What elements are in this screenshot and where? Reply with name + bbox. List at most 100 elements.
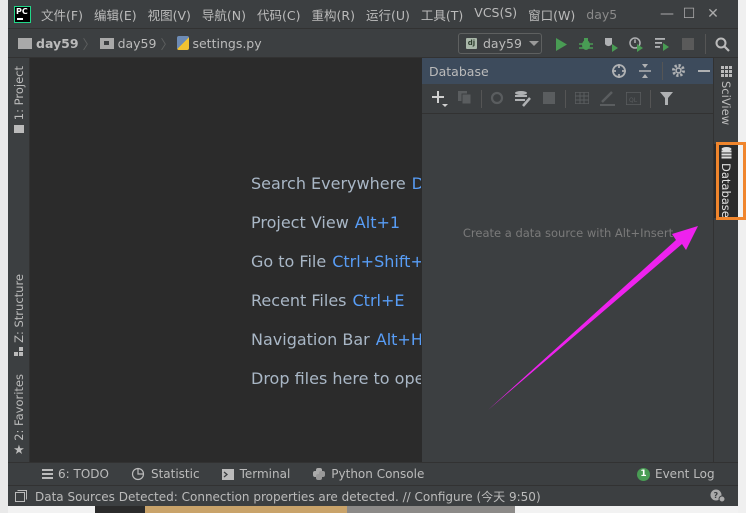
hint-shortcut: Ctrl+Shift+: [332, 252, 421, 271]
breadcrumb-project[interactable]: day59: [36, 36, 79, 51]
status-bar: Data Sources Detected: Connection proper…: [8, 485, 738, 506]
menu-code[interactable]: 代码(C): [257, 5, 300, 24]
edit-icon[interactable]: [600, 91, 615, 106]
tab-structure[interactable]: Z: Structure: [8, 274, 30, 357]
folder-icon: [14, 125, 24, 134]
hint-go-to-file: Go to File Ctrl+Shift+: [251, 252, 421, 271]
hint-drop-files: Drop files here to open: [251, 369, 421, 388]
menu-vcs[interactable]: VCS(S): [474, 5, 517, 24]
collapse-all-icon[interactable]: [638, 63, 652, 79]
data-source-properties-icon[interactable]: [514, 90, 532, 107]
hint-search-everywhere: Search Everywhere Do: [251, 174, 421, 193]
structure-icon: [14, 346, 23, 356]
add-icon[interactable]: [432, 91, 448, 107]
sciview-icon: [720, 66, 732, 77]
tab-statistic-label: Statistic: [150, 467, 200, 481]
tab-terminal[interactable]: Terminal: [221, 467, 291, 481]
run-configuration-select[interactable]: dj day59: [458, 33, 542, 54]
hint-shortcut: Do: [411, 174, 421, 193]
list-icon: [42, 469, 53, 479]
stop-icon: [682, 38, 694, 50]
duplicate-icon[interactable]: [458, 91, 472, 105]
highlight-box: [716, 142, 746, 220]
database-empty-text: Create a data source with Alt+Insert: [462, 226, 674, 240]
toggle-tool-windows-icon[interactable]: [15, 490, 27, 502]
title-bar: PC 文件(F) 编辑(E) 视图(V) 导航(N) 代码(C) 重构(R) 运…: [8, 0, 738, 28]
gear-icon[interactable]: [671, 63, 686, 78]
tool-window-bar: 6: TODO Statistic Terminal Python Consol…: [8, 462, 738, 485]
filter-icon[interactable]: [660, 92, 673, 105]
profile-button[interactable]: [628, 36, 644, 52]
hint-label: Project View: [251, 213, 349, 232]
star-icon: ★: [13, 442, 25, 458]
run-icon: [556, 37, 567, 51]
tab-project[interactable]: 1: Project: [8, 66, 30, 134]
svg-text:?: ?: [714, 491, 719, 500]
refresh-icon[interactable]: [490, 91, 504, 105]
hint-label: Drop files here to open: [251, 369, 421, 388]
menu-refactor[interactable]: 重构(R): [312, 5, 355, 24]
run-button[interactable]: [553, 36, 569, 52]
stop-button[interactable]: [680, 36, 696, 52]
database-panel: Database QL Create a data source with Al…: [421, 58, 713, 462]
hint-label: Search Everywhere: [251, 174, 406, 193]
chevron-right-icon: 〉: [82, 37, 96, 53]
coverage-icon: [605, 38, 618, 52]
hint-label: Go to File: [251, 252, 327, 271]
table-editor-icon[interactable]: [575, 92, 589, 104]
tab-terminal-label: Terminal: [239, 467, 291, 481]
tab-statistic[interactable]: Statistic: [131, 467, 200, 481]
search-everywhere-button[interactable]: [714, 36, 730, 52]
window-title: day5: [586, 6, 618, 22]
database-panel-header: Database: [422, 58, 713, 84]
run-configuration-label: day59: [483, 36, 522, 51]
header-divider: [662, 62, 663, 80]
chevron-down-icon: [528, 41, 539, 46]
editor-empty-area[interactable]: Search Everywhere Do Project View Alt+1 Go…: [30, 58, 421, 462]
event-log-label: Event Log: [655, 467, 715, 481]
concurrency-button[interactable]: [654, 36, 670, 52]
hint-shortcut: Alt+1: [354, 213, 401, 232]
hide-icon[interactable]: [698, 70, 710, 73]
breadcrumb-package[interactable]: day59: [118, 36, 157, 51]
sql-console-icon[interactable]: QL: [626, 92, 641, 105]
menu-view[interactable]: 视图(V): [148, 5, 191, 24]
tab-sciview-label: SciView: [719, 81, 733, 126]
hint-shortcut: Alt+Ho: [375, 330, 421, 349]
hint-navigation-bar: Navigation Bar Alt+Ho: [251, 330, 421, 349]
pycharm-logo-icon: PC: [14, 5, 31, 23]
breadcrumb-file[interactable]: settings.py: [192, 36, 261, 51]
menu-window[interactable]: 窗口(W): [528, 5, 575, 24]
stop-icon[interactable]: [543, 92, 555, 104]
left-tool-stripe: 1: Project Z: Structure 2: Favorites ★: [8, 58, 30, 462]
close-icon: ✕: [707, 6, 719, 22]
background-right: [738, 0, 746, 513]
event-log-button[interactable]: 1 Event Log: [637, 467, 715, 481]
close-button[interactable]: ✕: [690, 0, 736, 28]
menu-run[interactable]: 运行(U): [366, 5, 410, 24]
tab-sciview[interactable]: SciView: [715, 66, 737, 125]
tab-todo-label: 6: TODO: [58, 467, 109, 481]
breadcrumb: day59 〉 day59 〉 settings.py: [8, 34, 262, 53]
menu-edit[interactable]: 编辑(E): [94, 5, 137, 24]
run-with-coverage-button[interactable]: [603, 36, 619, 52]
svg-text:QL: QL: [629, 97, 638, 104]
run-list-icon: [655, 38, 669, 51]
debug-icon: [579, 38, 593, 50]
debug-button[interactable]: [578, 36, 594, 52]
tab-favorites[interactable]: 2: Favorites ★: [8, 374, 30, 458]
locate-icon[interactable]: [611, 63, 627, 79]
menu-tools[interactable]: 工具(T): [421, 5, 463, 24]
menu-file[interactable]: 文件(F): [41, 5, 83, 24]
help-settings-icon[interactable]: ?: [710, 489, 726, 503]
status-message[interactable]: Data Sources Detected: Connection proper…: [35, 488, 541, 505]
tab-favorites-label: 2: Favorites: [12, 374, 26, 441]
folder-icon: [18, 37, 32, 49]
tab-todo[interactable]: 6: TODO: [42, 467, 109, 481]
tab-structure-label: Z: Structure: [12, 274, 26, 343]
tab-python-console[interactable]: Python Console: [313, 467, 424, 481]
menu-navigate[interactable]: 导航(N): [202, 5, 246, 24]
hint-shortcut: Ctrl+E: [352, 291, 405, 310]
tab-python-console-label: Python Console: [331, 467, 425, 481]
tab-project-label: 1: Project: [12, 66, 26, 121]
